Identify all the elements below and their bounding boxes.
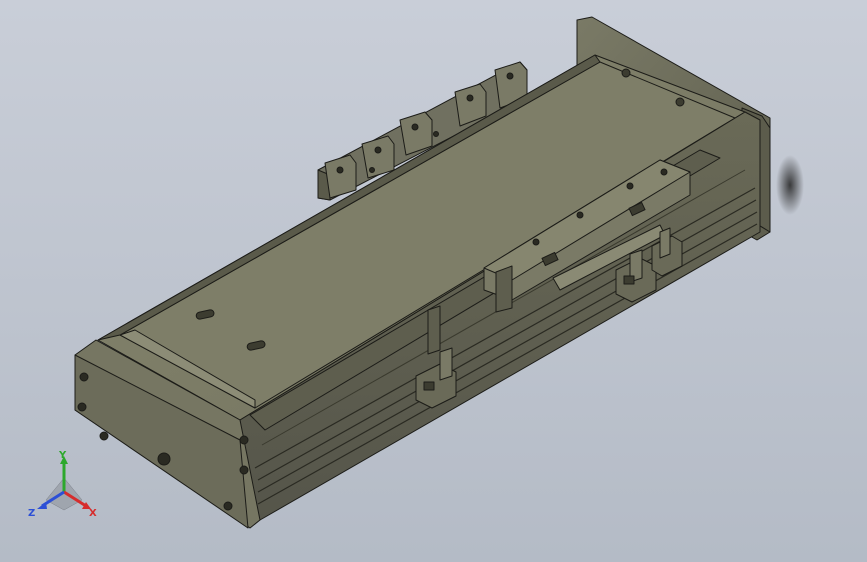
triad-z-label: Z <box>28 508 35 519</box>
view-orientation-triad[interactable]: Y X Z <box>26 448 106 528</box>
cable-shadow <box>776 155 804 215</box>
rail-tab <box>361 135 395 179</box>
linear-actuator-model[interactable] <box>0 0 867 562</box>
triad-y-label: Y <box>58 450 67 461</box>
rail-tab <box>324 154 357 199</box>
cad-3d-viewport[interactable]: Y X Z <box>0 0 867 562</box>
carriage-post <box>495 265 513 313</box>
carriage-post <box>427 305 441 355</box>
triad-x-label: X <box>89 508 97 519</box>
